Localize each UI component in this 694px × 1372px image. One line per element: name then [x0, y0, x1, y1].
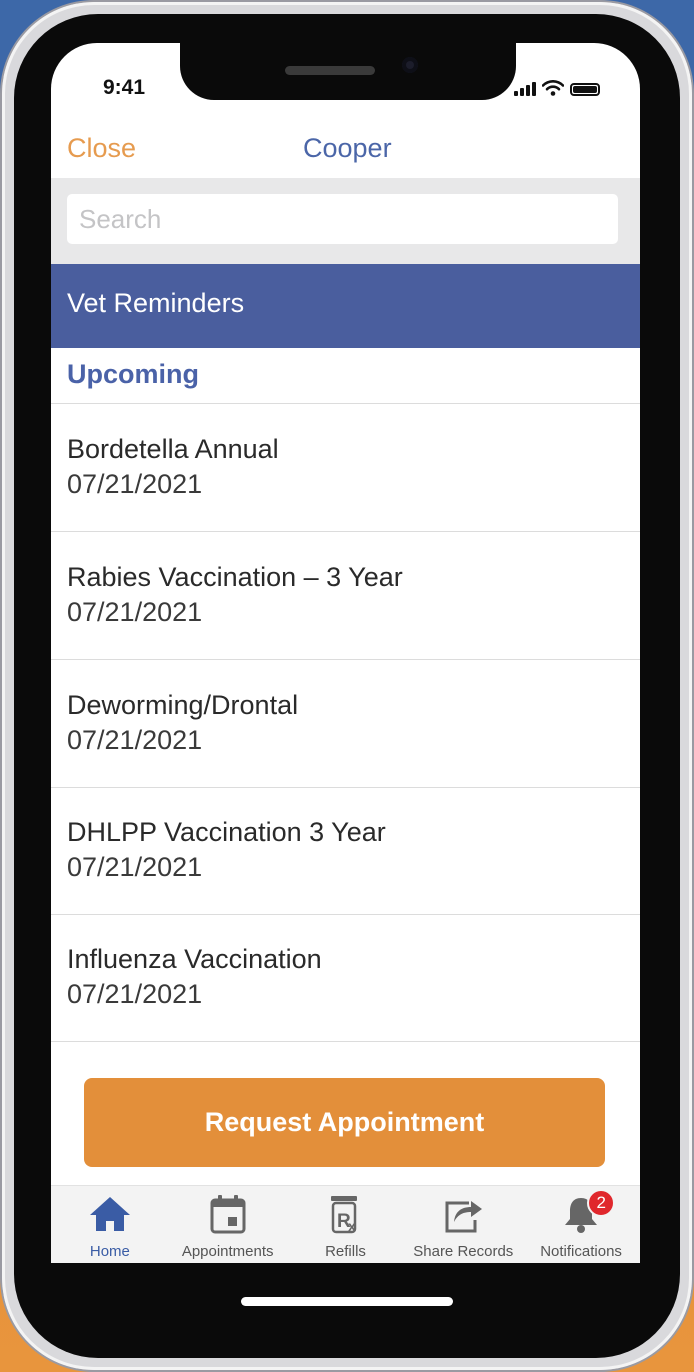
reminder-row[interactable]: Deworming/Drontal 07/21/2021 [51, 660, 640, 787]
status-icons [514, 80, 600, 96]
battery-icon [570, 83, 600, 96]
tab-label: Notifications [540, 1243, 622, 1260]
tab-notifications[interactable]: 2 Notifications [522, 1186, 640, 1264]
reminder-row[interactable]: Bordetella Annual 07/21/2021 [51, 404, 640, 531]
tab-label: Refills [325, 1243, 366, 1260]
tab-label: Home [89, 1243, 130, 1260]
prescription-icon: R x [331, 1196, 358, 1234]
tab-home[interactable]: Home [51, 1186, 169, 1264]
status-time: 9:41 [103, 76, 146, 99]
wifi-icon [542, 80, 564, 96]
tab-bar: Home Appointments R x Refills Share Reco… [51, 1185, 640, 1264]
reminder-title: Influenza Vaccination [67, 944, 322, 974]
tab-appointments[interactable]: Appointments [169, 1186, 287, 1264]
reminder-title: DHLPP Vaccination 3 Year [67, 817, 386, 847]
section-title: Vet Reminders [67, 288, 245, 318]
request-appointment-button[interactable]: Request Appointment [84, 1078, 605, 1167]
reminder-date: 07/21/2021 [67, 597, 203, 627]
cellular-signal-icon [514, 80, 536, 96]
tab-label: Appointments [181, 1243, 274, 1260]
reminder-title: Rabies Vaccination – 3 Year [67, 562, 403, 592]
upcoming-subheader: Upcoming [67, 359, 199, 389]
reminder-row[interactable]: DHLPP Vaccination 3 Year 07/21/2021 [51, 787, 640, 914]
reminder-row[interactable]: Rabies Vaccination – 3 Year 07/21/2021 [51, 532, 640, 659]
reminder-date: 07/21/2021 [67, 979, 203, 1009]
notification-badge: 2 [587, 1189, 616, 1217]
divider [51, 1041, 640, 1042]
reminder-title: Deworming/Drontal [67, 690, 299, 720]
speaker-grille [285, 66, 375, 75]
reminder-date: 07/21/2021 [67, 725, 203, 755]
front-camera [402, 57, 418, 73]
pet-name-title: Cooper [303, 133, 392, 163]
reminder-date: 07/21/2021 [67, 469, 203, 499]
search-input[interactable] [67, 194, 618, 244]
share-icon [445, 1201, 483, 1233]
tab-label: Share Records [413, 1243, 514, 1260]
home-icon [89, 1197, 130, 1231]
tab-share-records[interactable]: Share Records [404, 1186, 522, 1264]
reminder-row[interactable]: Influenza Vaccination 07/21/2021 [51, 914, 640, 1041]
svg-text:x: x [348, 1218, 356, 1234]
calendar-icon [210, 1195, 246, 1234]
reminder-date: 07/21/2021 [67, 852, 203, 882]
close-button[interactable]: Close [67, 133, 136, 164]
reminder-title: Bordetella Annual [67, 434, 279, 464]
tab-refills[interactable]: R x Refills [287, 1186, 405, 1264]
home-indicator[interactable] [241, 1297, 453, 1306]
